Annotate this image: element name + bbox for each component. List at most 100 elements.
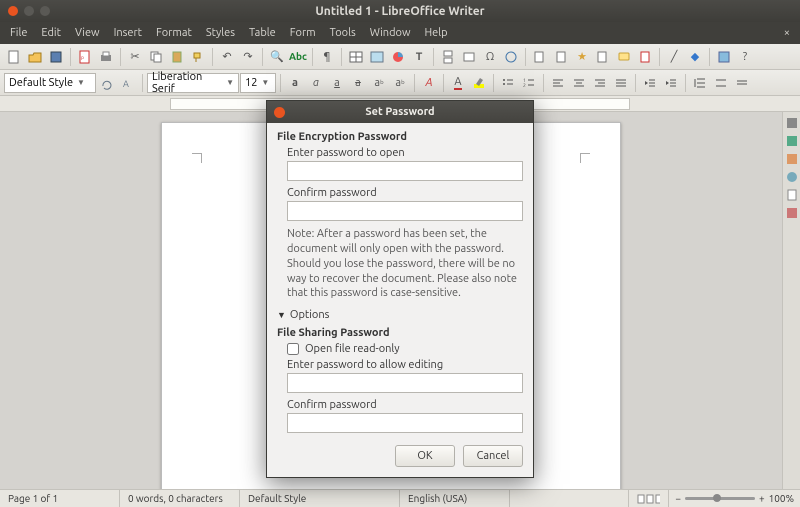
- menu-help[interactable]: Help: [418, 25, 453, 41]
- menu-edit[interactable]: Edit: [35, 25, 67, 41]
- sharing-heading: File Sharing Password: [277, 327, 523, 339]
- readonly-checkbox[interactable]: [287, 343, 299, 355]
- clone-format-icon[interactable]: [188, 47, 208, 67]
- menu-format[interactable]: Format: [150, 25, 198, 41]
- footnote-icon[interactable]: [530, 47, 550, 67]
- para-spacing-inc-icon[interactable]: [711, 73, 731, 93]
- underline-icon[interactable]: a: [327, 73, 347, 93]
- save-icon[interactable]: [46, 47, 66, 67]
- numbering-icon[interactable]: 12: [519, 73, 539, 93]
- status-view-icons[interactable]: [629, 490, 669, 507]
- nonprint-icon[interactable]: ¶: [317, 47, 337, 67]
- draw-functions-icon[interactable]: [714, 47, 734, 67]
- bullets-icon[interactable]: [498, 73, 518, 93]
- password-note: Note: After a password has been set, the…: [287, 227, 523, 301]
- password-open-input[interactable]: [287, 161, 523, 181]
- bold-icon[interactable]: a: [285, 73, 305, 93]
- align-center-icon[interactable]: [569, 73, 589, 93]
- zoom-slider[interactable]: [685, 497, 755, 500]
- status-words[interactable]: 0 words, 0 characters: [120, 490, 240, 507]
- export-pdf-icon[interactable]: P: [75, 47, 95, 67]
- sidebar-inspector-icon[interactable]: [785, 206, 799, 220]
- paste-icon[interactable]: [167, 47, 187, 67]
- font-name-select[interactable]: Liberation Serif ▼: [147, 73, 239, 93]
- status-lang[interactable]: English (USA): [400, 490, 510, 507]
- para-spacing-dec-icon[interactable]: [732, 73, 752, 93]
- superscript-icon[interactable]: ab: [369, 73, 389, 93]
- align-left-icon[interactable]: [548, 73, 568, 93]
- margin-corner: [580, 153, 590, 163]
- font-size-select[interactable]: 12 ▼: [240, 73, 276, 93]
- align-right-icon[interactable]: [590, 73, 610, 93]
- svg-text:A: A: [123, 79, 129, 89]
- print-icon[interactable]: [96, 47, 116, 67]
- undo-icon[interactable]: ↶: [217, 47, 237, 67]
- menu-form[interactable]: Form: [284, 25, 322, 41]
- menu-table[interactable]: Table: [243, 25, 282, 41]
- highlight-icon[interactable]: [469, 73, 489, 93]
- image-icon[interactable]: [367, 47, 387, 67]
- menu-window[interactable]: Window: [364, 25, 417, 41]
- italic-icon[interactable]: a: [306, 73, 326, 93]
- update-style-icon[interactable]: [97, 73, 117, 93]
- zoom-value[interactable]: 100%: [769, 493, 794, 504]
- new-style-icon[interactable]: A: [118, 73, 138, 93]
- menu-view[interactable]: View: [69, 25, 106, 41]
- sidebar-page-icon[interactable]: [785, 188, 799, 202]
- line-icon[interactable]: ╱: [664, 47, 684, 67]
- table-icon[interactable]: [346, 47, 366, 67]
- spellcheck-icon[interactable]: Abc: [288, 47, 308, 67]
- status-style[interactable]: Default Style: [240, 490, 400, 507]
- cancel-button[interactable]: Cancel: [463, 445, 523, 467]
- zoom-in-icon[interactable]: +: [759, 493, 765, 504]
- ok-button[interactable]: OK: [395, 445, 455, 467]
- password-edit-input[interactable]: [287, 373, 523, 393]
- endnote-icon[interactable]: [551, 47, 571, 67]
- field-icon[interactable]: [459, 47, 479, 67]
- special-char-icon[interactable]: Ω: [480, 47, 500, 67]
- menu-styles[interactable]: Styles: [200, 25, 241, 41]
- sidebar-gallery-icon[interactable]: [785, 152, 799, 166]
- open-icon[interactable]: [25, 47, 45, 67]
- copy-icon[interactable]: [146, 47, 166, 67]
- strike-icon[interactable]: a: [348, 73, 368, 93]
- para-style-select[interactable]: Default Style ▼: [4, 73, 96, 93]
- doc-close-icon[interactable]: ×: [778, 25, 796, 41]
- sidebar-navigator-icon[interactable]: [785, 170, 799, 184]
- sidebar-styles-icon[interactable]: [785, 134, 799, 148]
- sidebar-tabs: [782, 112, 800, 489]
- dialog-titlebar[interactable]: Set Password: [267, 101, 533, 123]
- new-icon[interactable]: [4, 47, 24, 67]
- crossref-icon[interactable]: [593, 47, 613, 67]
- options-toggle[interactable]: ▼ Options: [277, 309, 523, 321]
- indent-icon[interactable]: [661, 73, 681, 93]
- redo-icon[interactable]: ↷: [238, 47, 258, 67]
- textbox-icon[interactable]: T: [409, 47, 429, 67]
- align-justify-icon[interactable]: [611, 73, 631, 93]
- window-title: Untitled 1 - LibreOffice Writer: [0, 5, 800, 18]
- password-open-confirm-input[interactable]: [287, 201, 523, 221]
- find-icon[interactable]: 🔍: [267, 47, 287, 67]
- page-break-icon[interactable]: [438, 47, 458, 67]
- comment-icon[interactable]: [614, 47, 634, 67]
- outdent-icon[interactable]: [640, 73, 660, 93]
- font-color-icon[interactable]: A: [448, 73, 468, 93]
- trackchanges-icon[interactable]: [635, 47, 655, 67]
- zoom-out-icon[interactable]: −: [675, 493, 681, 504]
- cut-icon[interactable]: ✂: [125, 47, 145, 67]
- password-edit-confirm-input[interactable]: [287, 413, 523, 433]
- status-page[interactable]: Page 1 of 1: [0, 490, 120, 507]
- line-spacing-icon[interactable]: [690, 73, 710, 93]
- bookmark-icon[interactable]: ★: [572, 47, 592, 67]
- hyperlink-icon[interactable]: [501, 47, 521, 67]
- menu-tools[interactable]: Tools: [324, 25, 362, 41]
- subscript-icon[interactable]: ab: [390, 73, 410, 93]
- clear-format-icon[interactable]: A: [419, 73, 439, 93]
- menu-insert[interactable]: Insert: [108, 25, 148, 41]
- menu-file[interactable]: File: [4, 25, 33, 41]
- sidebar-properties-icon[interactable]: [785, 116, 799, 130]
- status-insert[interactable]: [510, 490, 629, 507]
- chart-icon[interactable]: [388, 47, 408, 67]
- help-icon[interactable]: ?: [735, 47, 755, 67]
- shapes-icon[interactable]: ◆: [685, 47, 705, 67]
